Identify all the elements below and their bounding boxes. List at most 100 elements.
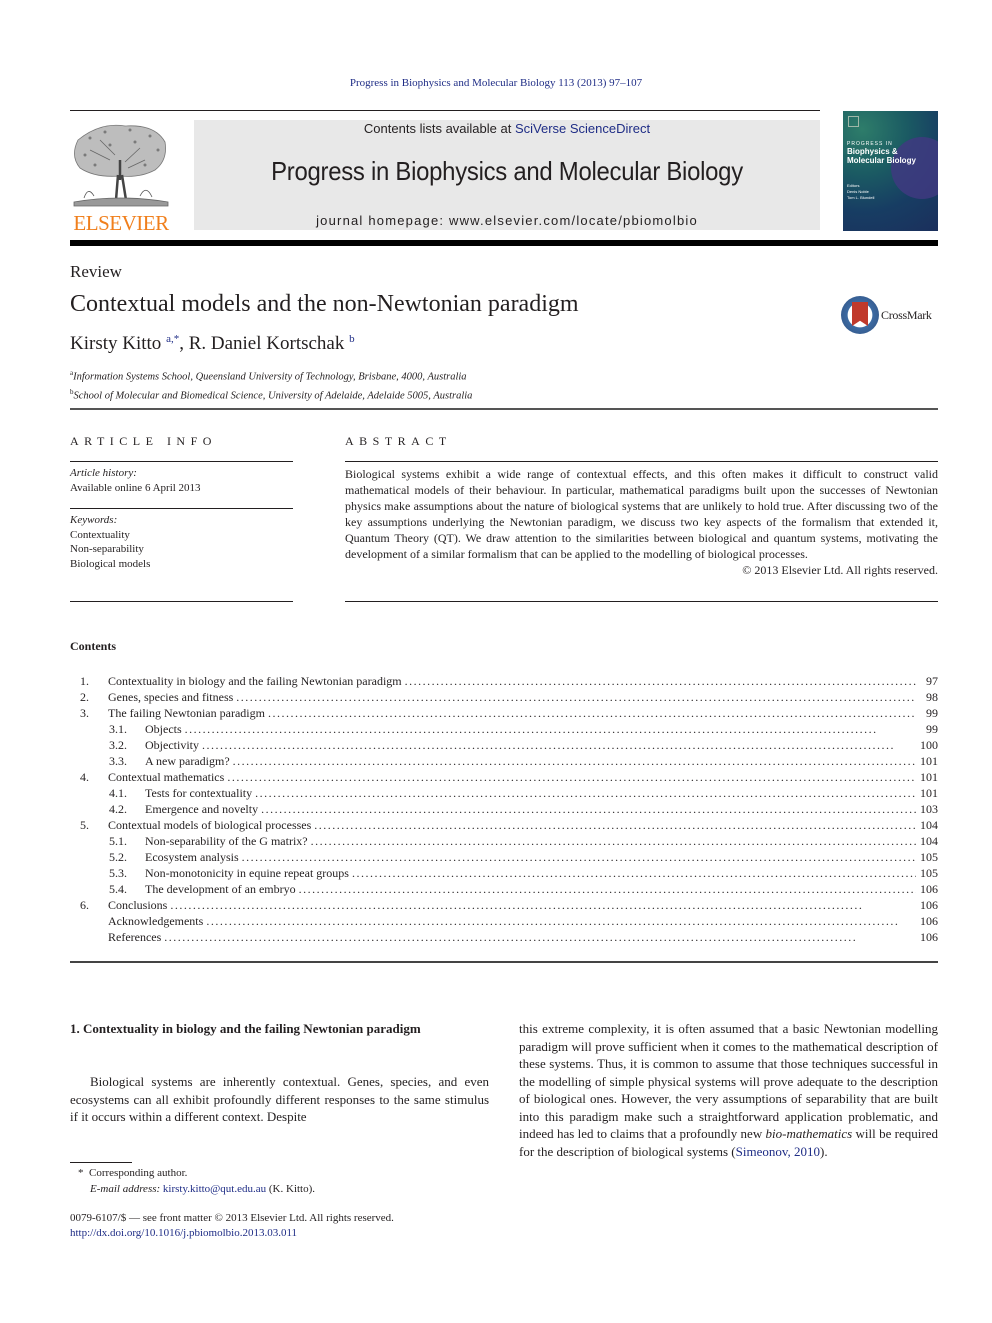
toc-number: 5. bbox=[80, 818, 89, 832]
toc-entry[interactable]: Acknowledgements 106 bbox=[70, 913, 938, 929]
toc-entry[interactable]: 3.1. Objects 99 bbox=[70, 721, 938, 737]
toc-title-link[interactable]: Conclusions bbox=[108, 897, 171, 913]
toc-number: 1. bbox=[80, 674, 89, 688]
cover-title-line2: Molecular Biology bbox=[847, 156, 916, 165]
cover-editors: Editors Denis Noble Tom L. Blundell bbox=[847, 183, 874, 201]
toc-page-number: 105 bbox=[920, 850, 938, 864]
keyword: Biological models bbox=[70, 557, 151, 570]
abstract-rule bbox=[345, 601, 938, 602]
body-italic: bio-mathematics bbox=[765, 1126, 853, 1141]
toc-page-number: 104 bbox=[920, 818, 938, 832]
toc-page-number: 106 bbox=[920, 914, 938, 928]
article-title: Contextual models and the non-Newtonian … bbox=[70, 291, 579, 317]
toc-title-link[interactable]: Emergence and novelty bbox=[145, 801, 262, 817]
footnote-text: Corresponding author. bbox=[89, 1167, 188, 1179]
contents-prefix: Contents lists available at bbox=[363, 121, 515, 136]
toc-entry[interactable]: 4.2. Emergence and novelty 103 bbox=[70, 801, 938, 817]
toc-leader-dots bbox=[311, 833, 916, 849]
toc-number: 2. bbox=[80, 690, 89, 704]
toc-title-link[interactable]: Non-monotonicity in equine repeat groups bbox=[145, 865, 352, 881]
toc-page-number: 106 bbox=[920, 898, 938, 912]
toc-entry[interactable]: 3.2. Objectivity 100 bbox=[70, 737, 938, 753]
toc-leader-dots bbox=[227, 769, 916, 785]
toc-title-link[interactable]: A new paradigm? bbox=[145, 753, 233, 769]
contents-available: Contents lists available at SciVerse Sci… bbox=[194, 121, 820, 136]
toc-page-number: 101 bbox=[920, 754, 938, 768]
abstract-body: Biological systems exhibit a wide range … bbox=[345, 466, 938, 578]
toc-title-link[interactable]: Non-separability of the G matrix? bbox=[145, 833, 311, 849]
toc-leader-dots bbox=[185, 721, 916, 737]
toc-number: 5.4. bbox=[109, 882, 127, 896]
title-block-rule bbox=[70, 408, 938, 410]
toc-entry[interactable]: 3.3. A new paradigm? 101 bbox=[70, 753, 938, 769]
toc-title-link[interactable]: Ecosystem analysis bbox=[145, 849, 242, 865]
author-name[interactable]: Kirsty Kitto bbox=[70, 333, 161, 354]
toc-number: 4.2. bbox=[109, 802, 127, 816]
toc-entry[interactable]: 4. Contextual mathematics 101 bbox=[70, 769, 938, 785]
toc-entry[interactable]: 5.1. Non-separability of the G matrix? 104 bbox=[70, 833, 938, 849]
contents-heading: Contents bbox=[70, 639, 117, 653]
toc-title-link[interactable]: Contextual mathematics bbox=[108, 769, 228, 785]
email-link[interactable]: kirsty.kitto@qut.edu.au bbox=[163, 1183, 266, 1195]
toc-number: 3.3. bbox=[109, 754, 127, 768]
author-affiliation-mark[interactable]: b bbox=[349, 333, 355, 345]
affiliation: bSchool of Molecular and Biomedical Scie… bbox=[70, 385, 472, 404]
citation-link[interactable]: Simeonov, 2010 bbox=[736, 1144, 820, 1159]
toc-title-link[interactable]: Genes, species and fitness bbox=[108, 689, 237, 705]
toc-leader-dots bbox=[170, 897, 916, 913]
journal-cover-image[interactable]: PROGRESS IN Biophysics & Molecular Biolo… bbox=[843, 111, 938, 231]
contents-rule bbox=[70, 961, 938, 963]
toc-title-link[interactable]: Objectivity bbox=[145, 737, 202, 753]
cover-elsevier-icon bbox=[848, 116, 859, 127]
header-rule bbox=[70, 110, 820, 111]
toc-number: 6. bbox=[80, 898, 89, 912]
toc-leader-dots bbox=[314, 817, 916, 833]
body-text: this extreme complexity, it is often ass… bbox=[519, 1021, 938, 1141]
toc-entry[interactable]: 2. Genes, species and fitness 98 bbox=[70, 689, 938, 705]
toc-entry[interactable]: 5. Contextual models of biological proces… bbox=[70, 817, 938, 833]
footnote-rule bbox=[70, 1162, 132, 1163]
running-header[interactable]: Progress in Biophysics and Molecular Bio… bbox=[0, 77, 992, 89]
toc-page-number: 103 bbox=[920, 802, 938, 816]
body-paragraph: Biological systems are inherently contex… bbox=[70, 1074, 489, 1124]
email-label: E-mail address: bbox=[90, 1183, 161, 1195]
affiliation: aInformation Systems School, Queensland … bbox=[70, 366, 472, 385]
article-info-heading: ARTICLE INFO bbox=[70, 434, 217, 448]
toc-title-link[interactable]: Tests for contextuality bbox=[145, 785, 256, 801]
toc-title-link[interactable]: Contextual models of biological processe… bbox=[108, 817, 315, 833]
toc-title-link[interactable]: Objects bbox=[145, 721, 185, 737]
toc-entry[interactable]: 4.1. Tests for contextuality 101 bbox=[70, 785, 938, 801]
crossmark-label: CrossMark bbox=[881, 308, 932, 322]
toc-entry[interactable]: 3. The failing Newtonian paradigm 99 bbox=[70, 705, 938, 721]
article-info-rule bbox=[70, 461, 293, 462]
doi-link[interactable]: http://dx.doi.org/10.1016/j.pbiomolbio.2… bbox=[70, 1227, 297, 1239]
issn-line: 0079-6107/$ — see front matter © 2013 El… bbox=[70, 1212, 394, 1224]
author-name[interactable]: R. Daniel Kortschak bbox=[189, 333, 345, 354]
toc-title-link[interactable]: The development of an embryo bbox=[145, 881, 299, 897]
abstract-copyright: © 2013 Elsevier Ltd. All rights reserved… bbox=[742, 563, 938, 577]
toc-entry[interactable]: References 106 bbox=[70, 929, 938, 945]
journal-homepage-link[interactable]: journal homepage: www.elsevier.com/locat… bbox=[194, 213, 820, 228]
toc-entry[interactable]: 5.2. Ecosystem analysis 105 bbox=[70, 849, 938, 865]
toc-title-link[interactable]: The failing Newtonian paradigm bbox=[108, 705, 268, 721]
author-list: Kirsty Kitto a,*, R. Daniel Kortschak b bbox=[70, 333, 355, 355]
toc-leader-dots bbox=[261, 801, 916, 817]
journal-title: Progress in Biophysics and Molecular Bio… bbox=[271, 156, 743, 186]
toc-entry[interactable]: 1. Contextuality in biology and the faili… bbox=[70, 673, 938, 689]
toc-page-number: 99 bbox=[926, 706, 938, 720]
toc-title-link[interactable]: Contextuality in biology and the failing… bbox=[108, 673, 405, 689]
elsevier-wordmark: ELSEVIER bbox=[73, 211, 169, 235]
journal-citation-link[interactable]: Progress in Biophysics and Molecular Bio… bbox=[350, 77, 642, 89]
toc-entry[interactable]: 6. Conclusions 106 bbox=[70, 897, 938, 913]
toc-entry[interactable]: 5.3. Non-monotonicity in equine repeat gr… bbox=[70, 865, 938, 881]
toc-title-link[interactable]: Acknowledgements bbox=[108, 913, 207, 929]
sciencedirect-link[interactable]: SciVerse ScienceDirect bbox=[515, 121, 650, 136]
crossmark-button[interactable]: CrossMark bbox=[841, 296, 941, 334]
elsevier-logo[interactable]: ELSEVIER bbox=[70, 120, 172, 235]
affiliation-text: Information Systems School, Queensland U… bbox=[73, 371, 467, 383]
toc-title-link[interactable]: References bbox=[108, 929, 165, 945]
toc-entry[interactable]: 5.4. The development of an embryo 106 bbox=[70, 881, 938, 897]
toc-page-number: 101 bbox=[920, 770, 938, 784]
toc-number: 4.1. bbox=[109, 786, 127, 800]
author-affiliation-mark[interactable]: a,* bbox=[166, 333, 179, 345]
